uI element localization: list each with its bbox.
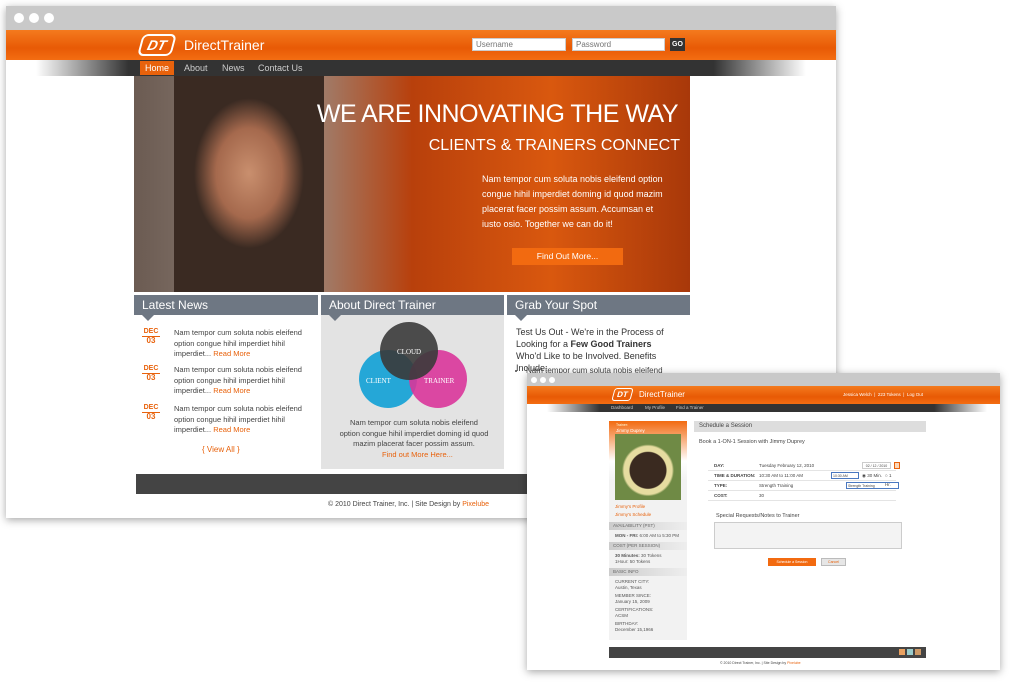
venn-label-trainer: TRAINER — [424, 377, 455, 385]
logo-icon: DT — [611, 388, 634, 401]
availability-heading: AVAILABILITY (PST) — [609, 522, 687, 530]
user-name-link[interactable]: Jessica Welch — [843, 392, 872, 397]
info-birthday: BIRTHDAY: December 15,1966 — [615, 621, 654, 632]
nav-home[interactable]: Home — [140, 61, 175, 75]
row-time: TIME & DURATION: 10:30 AM to 11:00 AM 10:3… — [708, 471, 896, 487]
hero-body: Nam tempor cum soluta nobis eleifend opt… — [482, 174, 663, 229]
nav-my-profile[interactable]: My Profile — [645, 404, 665, 412]
app-header: DT DirectTrainer Jessica Welch | 223 Tok… — [527, 386, 1000, 404]
trainer-profile-link[interactable]: Jimmy's Profile — [615, 503, 687, 511]
schedule-panel: Schedule a Session Book a 1-ON-1 Session… — [694, 421, 926, 621]
window-button[interactable] — [549, 377, 555, 383]
schedule-header: Schedule a Session — [694, 421, 926, 432]
window-button[interactable] — [29, 13, 39, 23]
about-body: Nam tempor cum soluta nobis eleifend opt… — [339, 418, 489, 448]
time-select[interactable]: 10:30 AM — [831, 472, 859, 479]
info-city: CURRENT CITY: Austin, Texas — [615, 579, 650, 590]
main-nav: Home About News Contact Us — [36, 60, 806, 76]
rss-icon[interactable] — [899, 649, 905, 655]
venn-diagram — [359, 322, 467, 408]
type-select[interactable]: Strength Training — [846, 482, 899, 489]
title-bar — [527, 373, 1000, 386]
news-item: DEC 03 Nam tempor cum soluta nobis eleife… — [142, 404, 302, 434]
view-all-link[interactable]: { View All } — [202, 445, 240, 454]
row-type: TYPE: Strength Training Strength Training — [708, 481, 899, 491]
app-browser-window: DT DirectTrainer Jessica Welch | 223 Tok… — [527, 373, 1000, 670]
logo-icon: DT — [137, 34, 177, 56]
user-menu: Jessica Welch | 223 Tokens | Log Out — [843, 392, 923, 397]
password-input[interactable] — [572, 38, 665, 51]
info-member-since: MEMBER SINCE: January 15, 2009 — [615, 593, 652, 604]
trainer-schedule-link[interactable]: Jimmy's Schedule — [615, 511, 687, 519]
hero-photo — [174, 76, 324, 292]
logo-text: DirectTrainer — [184, 37, 265, 53]
logo-text: DirectTrainer — [639, 390, 685, 399]
read-more-link[interactable]: Read More — [213, 349, 250, 358]
read-more-link[interactable]: Read More — [213, 425, 250, 434]
window-button[interactable] — [531, 377, 537, 383]
trainer-label: Trainer: — [616, 423, 628, 427]
app-footer-bar — [609, 647, 926, 658]
username-input[interactable] — [472, 38, 566, 51]
about-header: About Direct Trainer — [321, 295, 504, 321]
news-item: DEC 03 Nam tempor cum soluta nobis eleife… — [142, 365, 302, 395]
nav-about[interactable]: About — [184, 63, 208, 73]
trainer-photo — [615, 434, 681, 500]
designer-link[interactable]: Pixelube — [462, 501, 489, 508]
app-nav: Dashboard My Profile Find a Trainer — [547, 404, 987, 412]
app-copyright: © 2010 Direct Trainer, Inc. | Site Desig… — [720, 661, 801, 665]
trainer-sidebar: Trainer: Jimmy Duprey Jimmy's Profile Ji… — [609, 421, 687, 640]
venn-label-client: CLIENT — [366, 377, 391, 385]
title-bar — [6, 6, 836, 30]
schedule-subtitle: Book a 1-ON-1 Session with Jimmy Duprey — [699, 439, 805, 445]
schedule-session-button[interactable]: Schedule a Session — [768, 558, 816, 566]
window-button[interactable] — [44, 13, 54, 23]
cancel-button[interactable]: Cancel — [821, 558, 846, 566]
nav-find-trainer[interactable]: Find a Trainer — [676, 404, 704, 412]
date-input[interactable]: 02 / 12 / 2010 — [862, 462, 891, 469]
facebook-icon[interactable] — [915, 649, 921, 655]
site-header: DT DirectTrainer GO — [6, 30, 836, 60]
read-more-link[interactable]: Read More — [213, 386, 250, 395]
copyright: © 2010 Direct Trainer, Inc. | Site Desig… — [328, 501, 490, 508]
hero-title-1: WE ARE INNOVATING THE WAY — [316, 100, 679, 128]
info-certifications: CERTIFICATIONS: ACSM — [615, 607, 654, 618]
venn-label-cloud: CLOUD — [397, 348, 422, 356]
duration-30-radio[interactable]: ◉ 30 Min. — [862, 471, 882, 480]
nav-news[interactable]: News — [222, 63, 245, 73]
login-go-button[interactable]: GO — [670, 38, 685, 51]
find-out-more-button[interactable]: Find Out More... — [512, 248, 623, 265]
logout-link[interactable]: Log Out — [907, 392, 923, 397]
tokens-link[interactable]: 223 Tokens — [878, 392, 901, 397]
nav-dashboard[interactable]: Dashboard — [611, 404, 633, 412]
news-date: DEC 03 — [142, 404, 160, 421]
twitter-icon[interactable] — [907, 649, 913, 655]
trainer-name: Jimmy Duprey — [616, 428, 645, 433]
row-cost: COST: 30 — [708, 491, 896, 501]
nav-contact[interactable]: Contact Us — [258, 63, 303, 73]
hero-title-2: CLIENTS & TRAINERS CONNECT — [428, 137, 680, 154]
cost-heading: COST (PER SESSION) — [609, 542, 687, 550]
news-date: DEC 03 — [142, 365, 160, 382]
latest-news-header: Latest News — [134, 295, 318, 321]
notes-label: Special Requests/Notes to Trainer — [716, 513, 800, 519]
hero-banner: WE ARE INNOVATING THE WAY CLIENTS & TRAI… — [134, 76, 690, 292]
row-day: DAY: Tuesday February 12, 2010 02 / 12 / 2… — [708, 461, 900, 471]
window-button[interactable] — [14, 13, 24, 23]
about-more-link[interactable]: Find out More Here... — [382, 450, 453, 459]
notes-textarea[interactable] — [714, 522, 902, 549]
grab-spot-header: Grab Your Spot — [507, 295, 690, 321]
designer-link[interactable]: Pixelube — [787, 661, 800, 665]
window-button[interactable] — [540, 377, 546, 383]
calendar-icon[interactable] — [894, 462, 900, 469]
news-item: DEC 03 Nam tempor cum soluta nobis eleife… — [142, 328, 302, 358]
basic-info-heading: BASIC INFO — [609, 568, 687, 576]
news-date: DEC 03 — [142, 328, 160, 345]
